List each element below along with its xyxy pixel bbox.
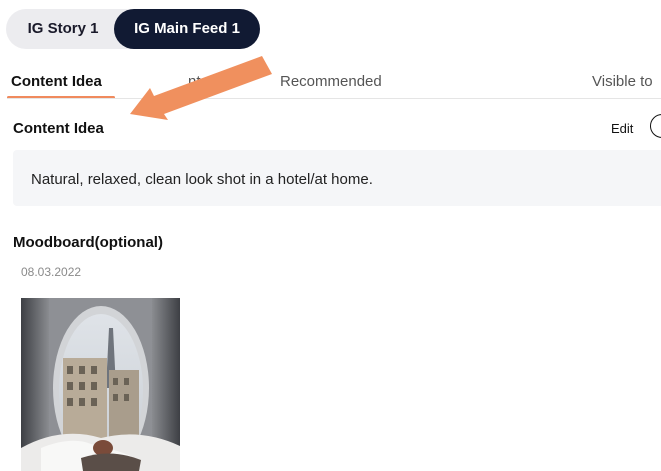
edit-button[interactable]: Edit xyxy=(611,121,633,136)
tab-recommended[interactable]: Recommended xyxy=(280,73,382,90)
annotation-arrow-icon xyxy=(130,56,272,120)
content-idea-box: Natural, relaxed, clean look shot in a h… xyxy=(13,150,661,206)
tab-visible-to[interactable]: Visible to xyxy=(592,73,653,90)
moodboard-date: 08.03.2022 xyxy=(21,265,82,279)
section-tabs: Content Idea ntent Recommended Visible t… xyxy=(0,62,661,99)
moodboard-heading: Moodboard(optional) xyxy=(13,234,163,251)
ig-main-feed-1-pill[interactable]: IG Main Feed 1 xyxy=(114,9,260,49)
feed-toggle-group: IG Story 1 IG Main Feed 1 xyxy=(6,9,260,49)
edit-toggle-icon[interactable] xyxy=(650,114,661,138)
content-idea-heading: Content Idea xyxy=(13,120,104,137)
moodboard-image[interactable] xyxy=(21,298,180,471)
tabs-divider xyxy=(7,98,661,99)
content-idea-text: Natural, relaxed, clean look shot in a h… xyxy=(31,171,373,188)
tab-content-idea[interactable]: Content Idea xyxy=(11,73,102,90)
ig-story-1-pill[interactable]: IG Story 1 xyxy=(10,9,116,49)
